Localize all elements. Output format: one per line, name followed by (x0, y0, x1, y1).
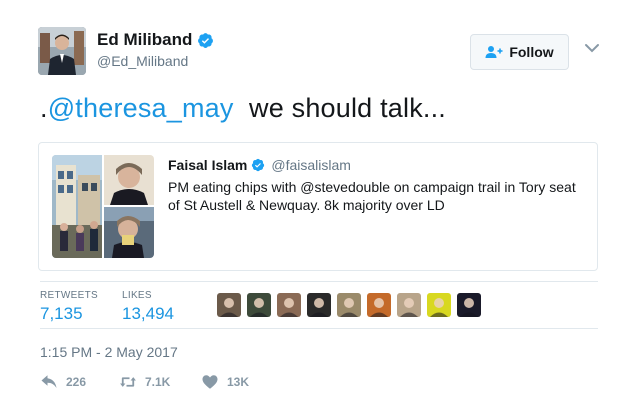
liker-avatar-image (307, 293, 331, 317)
retweets-count[interactable]: 7,135 (40, 304, 98, 324)
quoted-tweet-author-name[interactable]: Faisal Islam (168, 157, 247, 173)
tweet-stats: RETWEETS 7,135 LIKES 13,494 (40, 281, 598, 329)
liker-avatar[interactable] (397, 293, 421, 317)
follow-user-plus-icon (485, 46, 503, 58)
liker-avatar-image (247, 293, 271, 317)
liker-avatar-image (217, 293, 241, 317)
author-avatar[interactable] (38, 27, 86, 75)
liker-avatar[interactable] (367, 293, 391, 317)
quoted-tweet-text: PM eating chips with @stevedouble on cam… (168, 179, 576, 213)
follow-button-label: Follow (509, 44, 554, 60)
likes-stat[interactable]: LIKES 13,494 (122, 290, 174, 324)
reply-count: 226 (66, 375, 87, 389)
liker-avatar[interactable] (427, 293, 451, 317)
liker-avatar[interactable] (307, 293, 331, 317)
likes-label: LIKES (122, 290, 152, 301)
quoted-tweet-photo-collage (52, 155, 154, 258)
verified-badge-icon (198, 32, 214, 48)
liker-avatar[interactable] (277, 293, 301, 317)
liker-avatar[interactable] (457, 293, 481, 317)
tweet-text-body: we should talk... (233, 93, 446, 123)
liker-avatar-image (457, 293, 481, 317)
liker-avatar[interactable] (247, 293, 271, 317)
reply-icon (41, 375, 57, 388)
retweet-icon (120, 377, 136, 387)
quoted-tweet-card[interactable]: Faisal Islam @faisalislam PM eating chip… (38, 142, 598, 271)
liker-avatars (217, 293, 481, 317)
like-button[interactable]: 13K (201, 373, 249, 391)
liker-avatar-image (337, 293, 361, 317)
retweets-stat[interactable]: RETWEETS 7,135 (40, 290, 98, 324)
retweet-button[interactable]: 7.1K (119, 373, 170, 391)
follow-button[interactable]: Follow (470, 34, 569, 70)
liker-avatar-image (427, 293, 451, 317)
liker-avatar-image (397, 293, 421, 317)
liker-avatar-image (367, 293, 391, 317)
author-avatar-image (38, 27, 86, 75)
liker-avatar-image (277, 293, 301, 317)
tweet-timestamp[interactable]: 1:15 PM - 2 May 2017 (40, 344, 178, 360)
tweet-text: .@theresa_may we should talk... (40, 93, 446, 124)
verified-badge-icon (252, 158, 265, 172)
chevron-down-icon[interactable] (584, 42, 600, 54)
author-name-text[interactable]: Ed Miliband (97, 30, 192, 50)
retweet-count: 7.1K (145, 375, 171, 389)
tweet-mention-link[interactable]: @theresa_may (48, 93, 234, 123)
quoted-tweet-author-handle[interactable]: @faisalislam (271, 157, 351, 173)
liker-avatar[interactable] (337, 293, 361, 317)
heart-icon (202, 375, 218, 389)
retweets-label: RETWEETS (40, 290, 98, 301)
author-handle[interactable]: @Ed_Miliband (97, 53, 188, 69)
tweet-text-prefix: . (40, 93, 48, 123)
like-count: 13K (227, 375, 250, 389)
author-name[interactable]: Ed Miliband (97, 30, 214, 50)
quoted-tweet-author[interactable]: Faisal Islam @faisalislam (168, 157, 351, 173)
likes-count[interactable]: 13,494 (122, 304, 174, 324)
liker-avatar[interactable] (217, 293, 241, 317)
reply-button[interactable]: 226 (40, 373, 86, 391)
quoted-tweet-media[interactable] (52, 155, 154, 258)
